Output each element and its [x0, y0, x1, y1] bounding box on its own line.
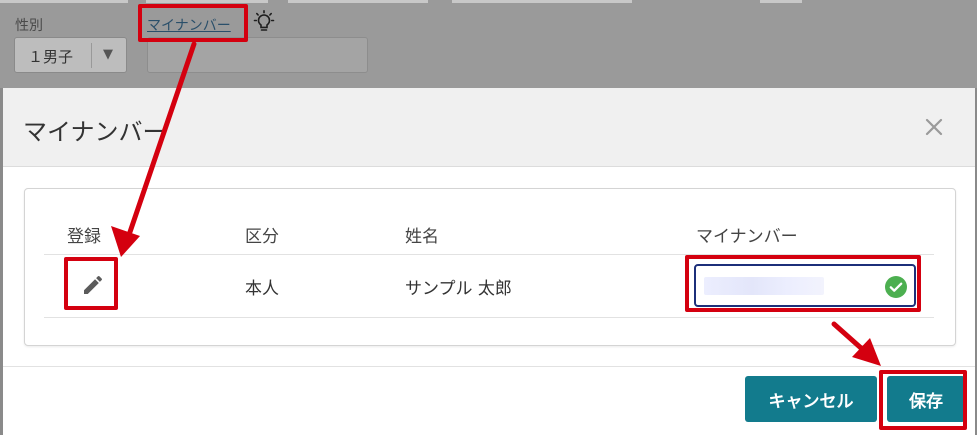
gender-select[interactable]: １男子 ▼ [14, 37, 127, 73]
header-category: 区分 [245, 227, 279, 247]
table-divider [44, 317, 934, 318]
background-form: 性別 マイナンバー １男子 ▼ [0, 0, 977, 88]
header-mynumber: マイナンバー [696, 227, 798, 247]
row-name: サンプル 太郎 [405, 279, 512, 299]
select-divider [91, 43, 92, 68]
table-divider [44, 254, 934, 255]
close-icon[interactable] [921, 114, 947, 140]
gender-label: 性別 [15, 18, 43, 34]
mynumber-input-background[interactable] [147, 37, 368, 73]
modal-title: マイナンバー [23, 118, 167, 146]
background-field-edge [146, 0, 268, 3]
header-name: 姓名 [405, 227, 439, 247]
background-field-edge [452, 0, 632, 3]
gender-value: １男子 [28, 48, 74, 66]
lightbulb-icon[interactable] [252, 10, 276, 34]
mynumber-modal: マイナンバー 登録 区分 姓名 マイナンバー 本人 サンプル 太郎 キャンセル … [3, 88, 975, 435]
footer-divider [3, 366, 975, 367]
background-field-edge [0, 0, 128, 3]
pencil-icon[interactable] [71, 262, 115, 306]
save-button[interactable]: 保存 [887, 376, 965, 422]
masked-mynumber [704, 277, 824, 295]
mynumber-field[interactable] [694, 264, 916, 307]
mynumber-table-card: 登録 区分 姓名 マイナンバー 本人 サンプル 太郎 [24, 188, 956, 346]
cancel-button[interactable]: キャンセル [745, 376, 877, 422]
background-field-edge [760, 0, 802, 3]
chevron-down-icon: ▼ [103, 47, 113, 62]
check-circle-icon [884, 275, 908, 299]
header-register: 登録 [67, 227, 101, 247]
modal-header: マイナンバー [3, 88, 975, 167]
row-category: 本人 [245, 279, 279, 299]
mynumber-link[interactable]: マイナンバー [147, 15, 231, 35]
background-field-edge [288, 0, 428, 3]
